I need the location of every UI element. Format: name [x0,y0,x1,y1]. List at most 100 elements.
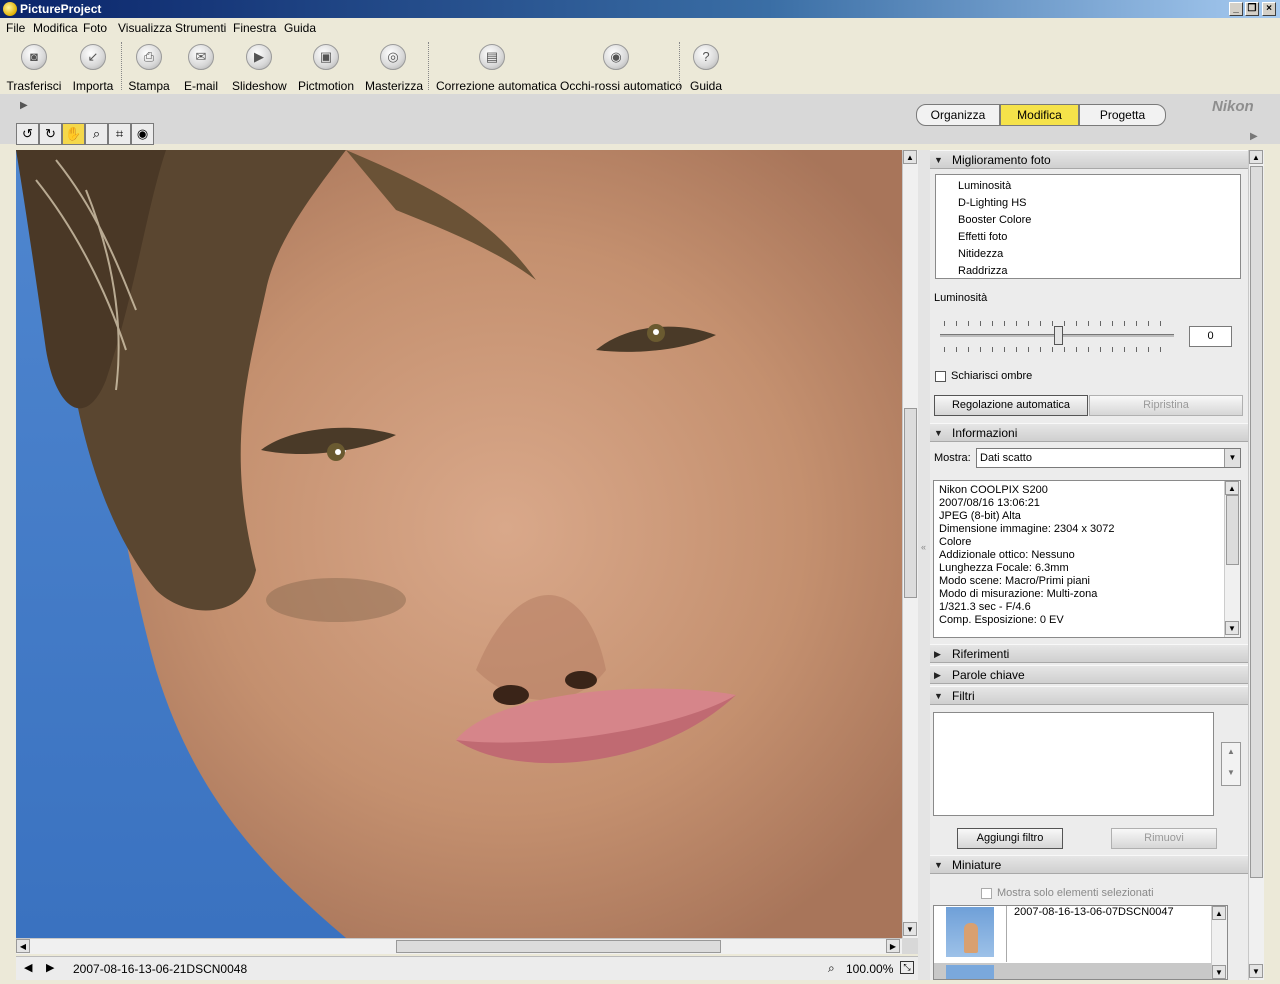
menu-visualizza[interactable]: Visualizza [118,21,172,35]
email-button[interactable]: ✉ E-mail [182,40,220,93]
rotate-right-icon[interactable]: ↻ [39,123,62,145]
brightness-slider[interactable] [940,318,1176,358]
slideshow-button[interactable]: ▶ Slideshow [232,40,287,93]
importa-button[interactable]: ↙ Importa [70,40,116,93]
magnifier-icon[interactable]: ⌕ [85,123,108,145]
next-photo-icon[interactable]: ▶ [46,961,54,974]
scroll-down-icon[interactable]: ▼ [1225,621,1239,635]
regolazione-automatica-button[interactable]: Regolazione automatica [934,395,1088,416]
thumbnail-strip[interactable]: 2007-08-16-13-06-07DSCN0047 ▲ ▼ [933,905,1228,980]
spin-up-icon[interactable]: ▲ [1222,747,1240,756]
restore-button[interactable]: ❐ [1245,2,1259,16]
list-item-effetti-foto[interactable]: Effetti foto [958,231,1007,243]
guida-button[interactable]: ? Guida [688,40,724,93]
brightness-label: Luminosità [934,292,988,304]
tab-organizza[interactable]: Organizza [916,104,1000,126]
list-item-raddrizza[interactable]: Raddrizza [958,265,1008,277]
list-item-luminosita[interactable]: Luminosità [958,180,1011,192]
previous-photo-icon[interactable]: ◀ [24,961,32,974]
masterizza-label: Masterizza [365,79,424,93]
menu-finestra[interactable]: Finestra [233,21,276,35]
toolbar-separator [679,42,680,90]
menu-file[interactable]: File [6,21,25,35]
list-item-booster-colore[interactable]: Booster Colore [958,214,1031,226]
expand-arrow-icon[interactable]: ▶ [1250,131,1258,142]
stampa-button[interactable]: ⎙ Stampa [128,40,170,93]
section-title: Parole chiave [952,668,1025,682]
info-line: Comp. Esposizione: 0 EV [939,614,1064,626]
menu-modifica[interactable]: Modifica [33,21,78,35]
brightness-value-field[interactable]: 0 [1189,326,1232,347]
scroll-up-icon[interactable]: ▲ [1212,906,1226,920]
eye-icon[interactable]: ◉ [131,123,154,145]
scroll-up-icon[interactable]: ▲ [903,150,917,164]
info-line: 2007/08/16 13:06:21 [939,497,1040,509]
thumbnail-caption: 2007-08-16-13-06-07DSCN0047 [1014,906,1174,918]
thumbnail-row[interactable] [934,963,1227,979]
crop-icon[interactable]: ⌗ [108,123,131,145]
filter-spinner[interactable]: ▲ ▼ [1221,742,1241,786]
fit-to-window-icon[interactable]: ⤡ [900,961,914,974]
tab-modifica[interactable]: Modifica [1000,104,1079,126]
zoom-level[interactable]: 100.00% [846,962,893,976]
import-icon: ↙ [80,44,106,70]
section-filtri[interactable]: ▼ Filtri [930,686,1248,705]
ripristina-button[interactable]: Ripristina [1089,395,1243,416]
menu-guida[interactable]: Guida [284,21,316,35]
scroll-down-icon[interactable]: ▼ [903,922,917,936]
masterizza-button[interactable]: ◎ Masterizza [365,40,424,93]
schiarisci-ombre-label: Schiarisci ombre [951,370,1033,382]
scroll-right-icon[interactable]: ▶ [886,939,900,953]
thumbnail-image[interactable] [946,907,994,957]
close-button[interactable]: × [1262,2,1276,16]
slider-knob[interactable] [1054,326,1063,345]
info-scrollbar[interactable]: ▲ ▼ [1224,481,1240,637]
viewer-vertical-scrollbar[interactable]: ▲ ▼ [902,150,918,938]
section-parole-chiave[interactable]: ▶ Parole chiave [930,665,1248,684]
scroll-down-icon[interactable]: ▼ [1212,965,1226,979]
occhi-rossi-button[interactable]: ◉ Occhi-rossi automatico [560,40,682,93]
thumbnail-image[interactable] [946,965,994,979]
rotate-left-icon[interactable]: ↺ [16,123,39,145]
scroll-up-icon[interactable]: ▲ [1249,150,1263,164]
section-miglioramento-foto[interactable]: ▼ Miglioramento foto [930,150,1248,169]
trasferisci-button[interactable]: ◙ Trasferisci [6,40,62,93]
pictmotion-button[interactable]: ▣ Pictmotion [298,40,354,93]
zoom-icon[interactable]: ⌕ [828,961,835,976]
info-line: JPEG (8-bit) Alta [939,510,1021,522]
filter-list[interactable] [933,712,1214,816]
thumbnail-scrollbar[interactable]: ▲ ▼ [1211,906,1227,979]
thumbnail-figure [964,923,978,953]
hand-icon[interactable]: ✋ [62,123,85,145]
menu-foto[interactable]: Foto [83,21,107,35]
minimize-button[interactable]: _ [1229,2,1243,16]
scroll-down-icon[interactable]: ▼ [1249,964,1263,978]
scroll-left-icon[interactable]: ◀ [16,939,30,953]
tab-progetta[interactable]: Progetta [1079,104,1166,126]
list-item-nitidezza[interactable]: Nitidezza [958,248,1003,260]
spin-down-icon[interactable]: ▼ [1222,768,1240,777]
scroll-thumb[interactable] [1226,495,1239,565]
collapse-arrow-icon[interactable]: ▶ [20,100,28,111]
panel-scrollbar[interactable]: ▲ ▼ [1248,150,1264,980]
chevron-down-icon[interactable]: ▼ [1224,449,1240,467]
section-title: Filtri [952,689,975,703]
panel-splitter[interactable]: « [918,150,930,980]
section-riferimenti[interactable]: ▶ Riferimenti [930,644,1248,663]
schiarisci-ombre-checkbox[interactable] [935,371,946,382]
section-miniature[interactable]: ▼ Miniature [930,855,1248,874]
aggiungi-filtro-button[interactable]: Aggiungi filtro [957,828,1063,849]
list-item-d-lighting[interactable]: D-Lighting HS [958,197,1026,209]
only-selected-checkbox[interactable] [981,888,992,899]
section-informazioni[interactable]: ▼ Informazioni [930,423,1248,442]
scroll-thumb[interactable] [396,940,721,953]
scroll-thumb[interactable] [904,408,917,598]
rimuovi-button[interactable]: Rimuovi [1111,828,1217,849]
correzione-automatica-button[interactable]: ▤ Correzione automatica [436,40,557,93]
scroll-up-icon[interactable]: ▲ [1225,481,1239,495]
menu-strumenti[interactable]: Strumenti [175,21,226,35]
mostra-dropdown[interactable]: Dati scatto ▼ [976,448,1241,468]
scroll-thumb[interactable] [1250,166,1263,878]
photo-viewer[interactable] [16,150,902,938]
viewer-horizontal-scrollbar[interactable]: ◀ ▶ [16,938,902,954]
